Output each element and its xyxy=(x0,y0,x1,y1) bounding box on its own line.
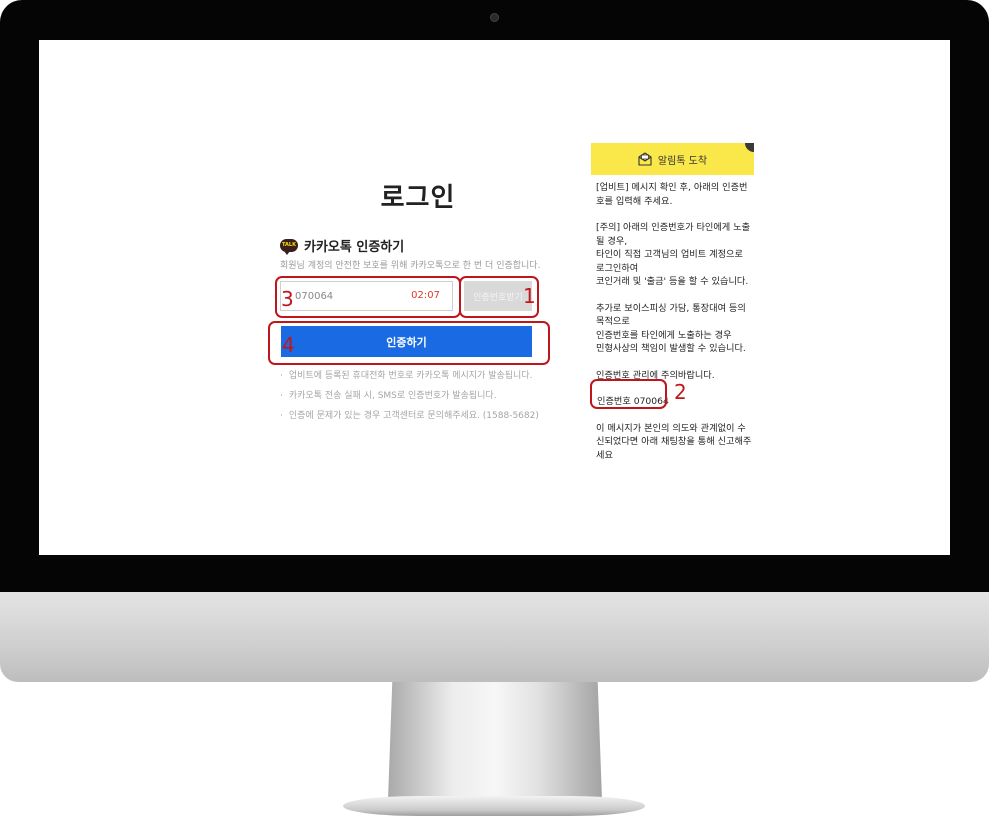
notification-header: 알림톡 도착 xyxy=(591,143,754,175)
annotation-number-2: 2 xyxy=(674,380,687,404)
notification-body: [업비트] 메시지 확인 후, 아래의 인증번호를 입력해 주세요. [주의] … xyxy=(596,181,752,475)
screen: 로그인 TALK 카카오톡 인증하기 회원님 계정의 안전한 보호를 위해 카카… xyxy=(39,40,950,555)
envelope-icon xyxy=(638,152,652,166)
notice-list: 업비트에 등록된 휴대전화 번호로 카카오톡 메시지가 발송됩니다. 카카오톡 … xyxy=(280,366,539,426)
annotation-box-verify xyxy=(268,321,550,365)
notice-item: 업비트에 등록된 휴대전화 번호로 카카오톡 메시지가 발송됩니다. xyxy=(280,366,539,386)
notification-footer: 이 메시지가 본인의 의도와 관계없이 수신되었다면 아래 채팅창을 통해 신고… xyxy=(596,422,752,461)
notification-paragraph: [업비트] 메시지 확인 후, 아래의 인증번호를 입력해 주세요. xyxy=(596,182,748,207)
kakao-auth-title: 카카오톡 인증하기 xyxy=(304,240,405,255)
annotation-number-1: 1 xyxy=(523,284,536,308)
annotation-box-code xyxy=(590,379,667,409)
notice-item: 카카오톡 전송 실패 시, SMS로 인증번호가 발송됩니다. xyxy=(280,386,539,406)
kakao-notification-panel: 알림톡 도착 [업비트] 메시지 확인 후, 아래의 인증번호를 입력해 주세요… xyxy=(591,143,754,555)
notice-item: 인증에 문제가 있는 경우 고객센터로 문의해주세요. (1588-5682) xyxy=(280,406,539,426)
notification-title: 알림톡 도착 xyxy=(657,155,708,167)
camera-dot xyxy=(490,13,499,22)
monitor-chin xyxy=(0,592,989,682)
kakao-auth-header: TALK 카카오톡 인증하기 xyxy=(280,236,404,255)
kakao-talk-icon: TALK xyxy=(280,239,298,255)
notification-paragraph: [주의] 아래의 인증번호가 타인에게 노출될 경우, 타인이 직접 고객님의 … xyxy=(596,222,751,287)
annotation-number-3: 3 xyxy=(281,287,294,311)
annotation-box-input xyxy=(275,276,461,318)
annotation-number-4: 4 xyxy=(282,333,295,357)
monitor-stand-base xyxy=(343,796,645,816)
notification-paragraph: 추가로 보이스피싱 가담, 통장대여 등의 목적으로 인증번호를 타인에게 노출… xyxy=(596,302,746,355)
kakao-auth-description: 회원님 계정의 안전한 보호를 위해 카카오톡으로 한 번 더 인증합니다. xyxy=(280,261,541,271)
monitor-stand xyxy=(388,682,602,800)
